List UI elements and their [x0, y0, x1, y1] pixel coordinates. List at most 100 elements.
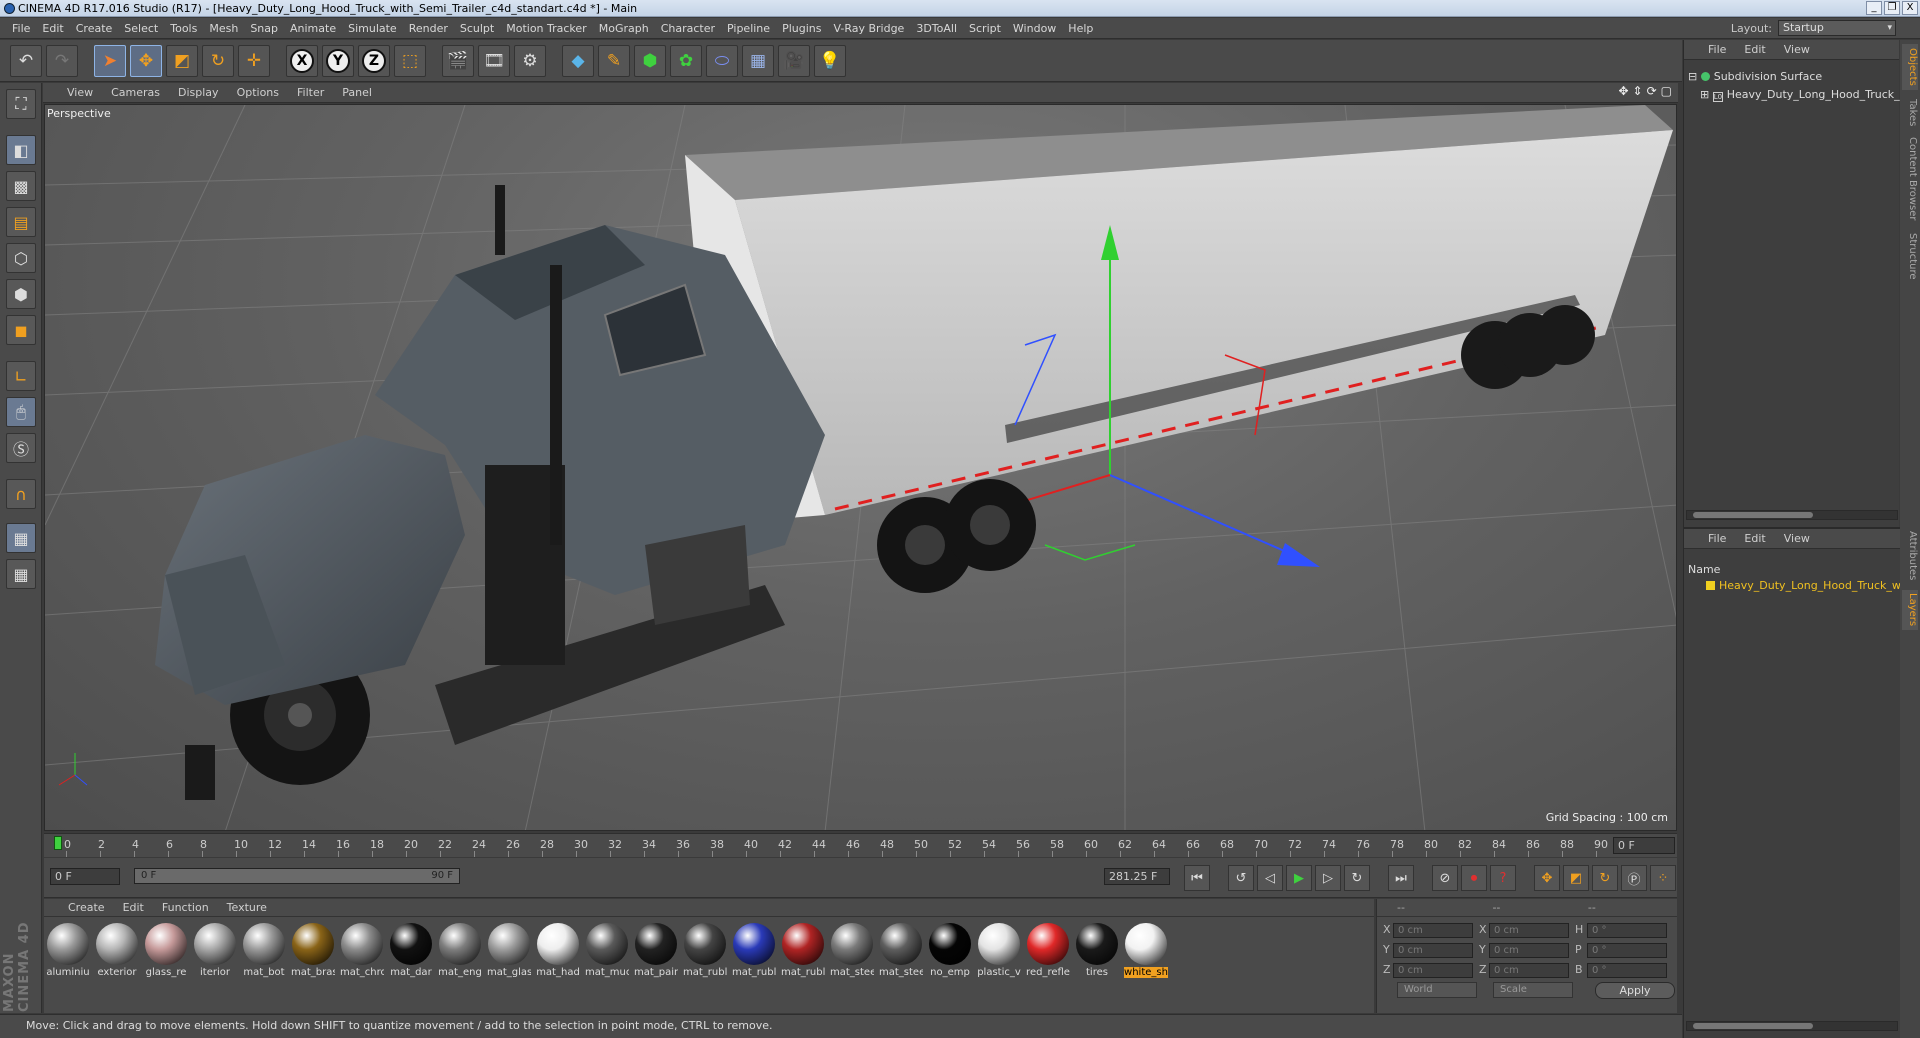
material-swatch[interactable]: mat_pain	[634, 923, 678, 978]
size-x-field[interactable]: 0 cm	[1489, 923, 1569, 938]
material-swatch[interactable]: mat_dar	[389, 923, 433, 978]
menu-render[interactable]: Render	[403, 22, 454, 35]
menu-mesh[interactable]: Mesh	[203, 22, 244, 35]
viewport-menu-view[interactable]: View	[67, 86, 93, 99]
key-rotation-button[interactable]: ↻	[1592, 865, 1618, 891]
next-frame-button[interactable]: ▷	[1315, 865, 1341, 891]
render-picture-viewer-button[interactable]: 🎞	[478, 44, 510, 77]
menu-3dtoall[interactable]: 3DToAll	[910, 22, 963, 35]
rotate-tool-button[interactable]: ↻	[202, 44, 234, 77]
axis-mode-button[interactable]: ∟	[6, 361, 36, 391]
playhead-marker[interactable]	[54, 836, 62, 850]
rot-h-field[interactable]: 0 °	[1587, 923, 1667, 938]
material-swatch[interactable]: plastic_v	[977, 923, 1021, 978]
snap-button[interactable]: Ⓢ	[6, 433, 36, 463]
material-swatch[interactable]: mat_rubl	[781, 923, 825, 978]
render-settings-button[interactable]: ⚙	[514, 44, 546, 77]
add-camera-button[interactable]: 🎥	[778, 44, 810, 77]
material-swatch[interactable]: mat_glas	[487, 923, 531, 978]
apply-button[interactable]: Apply	[1595, 982, 1675, 999]
pos-x-field[interactable]: 0 cm	[1393, 923, 1473, 938]
viewport-menu-display[interactable]: Display	[178, 86, 219, 99]
close-button[interactable]: X	[1902, 1, 1918, 15]
add-floor-button[interactable]: ▦	[742, 44, 774, 77]
current-frame-field[interactable]: 0 F	[1613, 837, 1675, 854]
menu-mograph[interactable]: MoGraph	[593, 22, 655, 35]
tab-structure[interactable]: Structure	[1902, 228, 1918, 284]
orbit-icon[interactable]: ⟳	[1647, 84, 1657, 98]
live-selection-button[interactable]: ➤	[94, 44, 126, 77]
add-array-button[interactable]: ✿	[670, 44, 702, 77]
menu-window[interactable]: Window	[1007, 22, 1062, 35]
menu-pipeline[interactable]: Pipeline	[721, 22, 776, 35]
material-swatch[interactable]: white_sh	[1124, 923, 1168, 978]
material-menu-texture[interactable]: Texture	[227, 901, 267, 914]
menu-character[interactable]: Character	[655, 22, 721, 35]
layout-dropdown[interactable]: Startup	[1778, 20, 1896, 36]
next-key-button[interactable]: ↻	[1344, 865, 1370, 891]
menu-snap[interactable]: Snap	[244, 22, 284, 35]
add-spline-button[interactable]: ✎	[598, 44, 630, 77]
tab-content-browser[interactable]: Content Browser	[1902, 136, 1918, 222]
object-subdivision-surface[interactable]: ⊟ Subdivision Surface	[1688, 70, 1822, 83]
keyframe-selection-button[interactable]: ⊘	[1432, 865, 1458, 891]
tweak-mode-button[interactable]: 🖱	[6, 397, 36, 427]
menu-animate[interactable]: Animate	[284, 22, 342, 35]
material-swatch[interactable]: mat_chro	[340, 923, 384, 978]
pos-z-field[interactable]: 0 cm	[1393, 963, 1473, 978]
z-axis-lock-button[interactable]: Z	[358, 44, 390, 77]
objects-menu-edit[interactable]: Edit	[1744, 43, 1765, 56]
maximize-button[interactable]: ❐	[1884, 1, 1900, 15]
tab-layers[interactable]: Layers	[1902, 590, 1918, 630]
make-editable-button[interactable]: ⛶	[6, 89, 36, 119]
scale-tool-button[interactable]: ◩	[166, 44, 198, 77]
material-swatch[interactable]: iterior	[193, 923, 237, 978]
add-cube-button[interactable]: ◆	[562, 44, 594, 77]
lock-workplane-button[interactable]: ▦	[6, 523, 36, 553]
objects-menu-view[interactable]: View	[1784, 43, 1810, 56]
tab-takes[interactable]: Takes	[1902, 96, 1918, 130]
size-mode-select[interactable]: Scale	[1493, 982, 1573, 998]
go-to-start-button[interactable]: ⏮	[1184, 865, 1210, 891]
object-manager-scrollbar[interactable]	[1686, 510, 1898, 520]
material-menu-function[interactable]: Function	[162, 901, 209, 914]
dolly-icon[interactable]: ⇕	[1633, 84, 1643, 98]
key-pla-button[interactable]: ⁘	[1650, 865, 1676, 891]
menu-simulate[interactable]: Simulate	[342, 22, 403, 35]
menu-script[interactable]: Script	[963, 22, 1007, 35]
material-swatch[interactable]: mat_stee	[879, 923, 923, 978]
redo-button[interactable]: ↷	[46, 44, 78, 77]
viewport-menu-options[interactable]: Options	[237, 86, 279, 99]
prev-frame-button[interactable]: ◁	[1257, 865, 1283, 891]
material-swatch[interactable]: mat_muc	[585, 923, 629, 978]
minimize-button[interactable]: _	[1866, 1, 1882, 15]
add-subdivision-button[interactable]: ⬢	[634, 44, 666, 77]
rot-b-field[interactable]: 0 °	[1587, 963, 1667, 978]
auto-key-button[interactable]: ?	[1490, 865, 1516, 891]
rot-p-field[interactable]: 0 °	[1587, 943, 1667, 958]
move-tool-button[interactable]: ✥	[130, 44, 162, 77]
material-swatch[interactable]: mat_had	[536, 923, 580, 978]
add-light-button[interactable]: 💡	[814, 44, 846, 77]
recent-tool-button[interactable]: ✛	[238, 44, 270, 77]
pan-icon[interactable]: ✥	[1618, 84, 1628, 98]
menu-file[interactable]: File	[6, 22, 36, 35]
preview-range-slider[interactable]: 0 F 90 F	[134, 868, 460, 884]
coordinate-mode-select[interactable]: World	[1397, 982, 1477, 998]
polygons-mode-button[interactable]: ◼	[6, 315, 36, 345]
object-truck-null[interactable]: ⊞ L0 Heavy_Duty_Long_Hood_Truck_wi	[1700, 88, 1912, 102]
objects-menu-file[interactable]: File	[1708, 43, 1726, 56]
timeline-ruler[interactable]: 0 2 4 6 8 10 12 14 16 18 20 22 24 26 28 30 32 34 36 38 40 42 4…	[44, 833, 1677, 857]
material-swatch[interactable]: tires	[1075, 923, 1119, 978]
perspective-viewport[interactable]: Perspective Grid Spacing : 100 cm	[44, 104, 1677, 831]
expand-icon[interactable]: ⊟	[1688, 70, 1697, 83]
record-button[interactable]: ⏺	[1461, 865, 1487, 891]
material-menu-edit[interactable]: Edit	[123, 901, 144, 914]
pos-y-field[interactable]: 0 cm	[1393, 943, 1473, 958]
material-swatch[interactable]: mat_bras	[291, 923, 335, 978]
material-swatch[interactable]: mat_stee	[830, 923, 874, 978]
material-swatch[interactable]: mat_rubl	[732, 923, 776, 978]
material-swatch[interactable]: no_emp	[928, 923, 972, 978]
magnet-button[interactable]: ∩	[6, 479, 36, 509]
material-swatch[interactable]: mat_rubl	[683, 923, 727, 978]
